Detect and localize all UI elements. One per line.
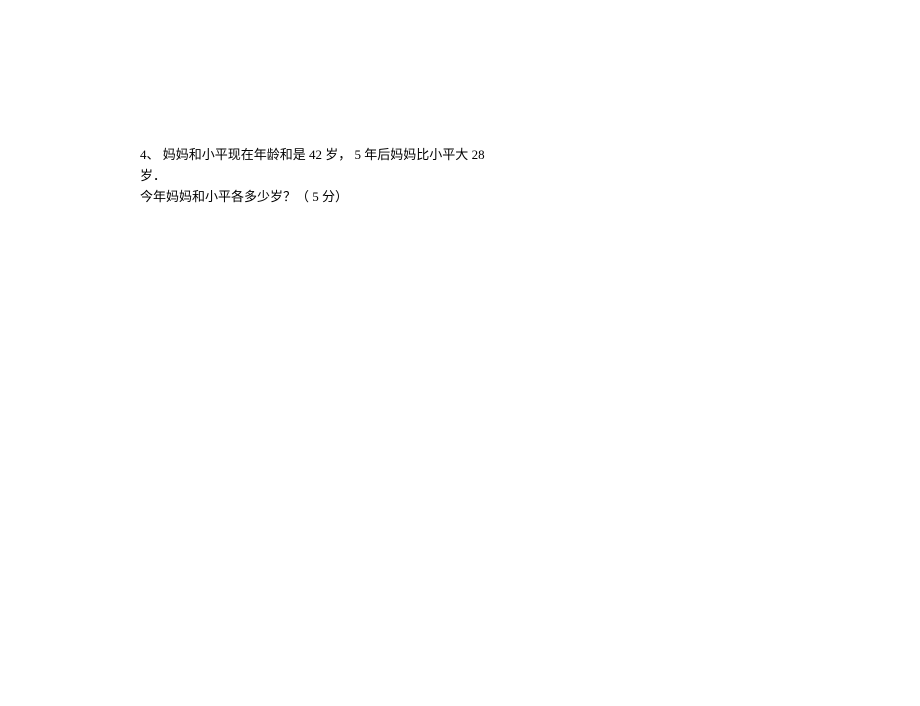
math-problem: 4、 妈妈和小平现在年龄和是 42 岁， 5 年后妈妈比小平大 28 岁． 今年… (140, 145, 520, 207)
problem-number: 4、 (140, 147, 160, 162)
value-points: 5 (312, 189, 319, 204)
text-segment: 妈妈和小平现在年龄和是 (163, 147, 306, 162)
value-age-sum: 42 (309, 147, 322, 162)
text-segment: 年后妈妈比小平大 (364, 147, 468, 162)
text-segment: 岁． (140, 168, 166, 183)
problem-line-2: 岁． (140, 166, 520, 187)
text-segment: 岁， (325, 147, 351, 162)
value-years: 5 (355, 147, 362, 162)
text-segment: 分） (322, 189, 348, 204)
text-segment: 今年妈妈和小平各多少岁？（ (140, 189, 309, 204)
problem-line-1: 4、 妈妈和小平现在年龄和是 42 岁， 5 年后妈妈比小平大 28 (140, 145, 520, 166)
problem-line-3: 今年妈妈和小平各多少岁？（ 5 分） (140, 187, 520, 208)
value-age-diff: 28 (472, 147, 485, 162)
